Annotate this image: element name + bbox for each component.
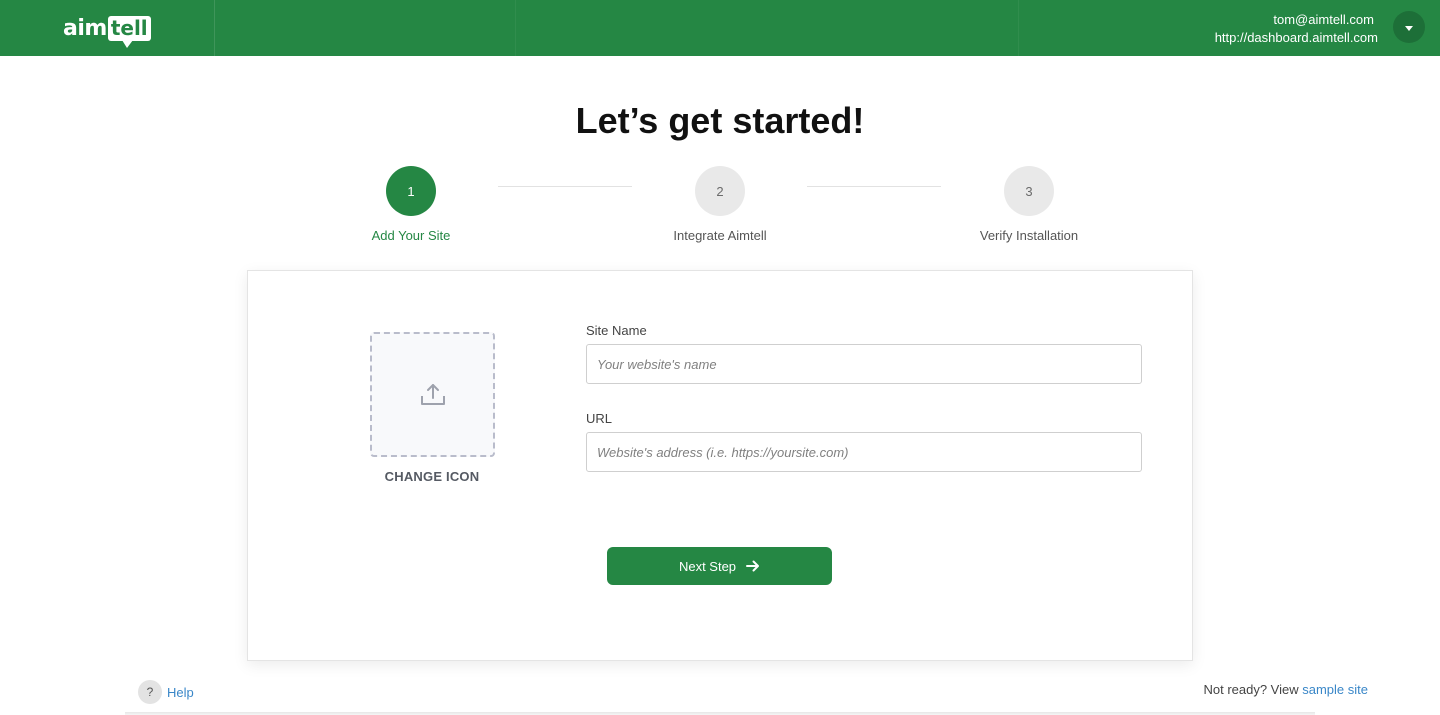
arrow-right-icon (746, 560, 760, 572)
upload-icon (420, 383, 445, 405)
sample-site-link[interactable]: sample site (1302, 682, 1368, 697)
caret-down-icon (1405, 25, 1413, 31)
help-label: Help (167, 684, 194, 700)
logo-text-main: aim (63, 15, 107, 41)
help-icon: ? (138, 680, 162, 704)
site-icon-upload[interactable] (370, 332, 495, 457)
logo-cell: aim tell (0, 0, 215, 56)
page-title: Let’s get started! (575, 100, 865, 141)
account-url: http://dashboard.aimtell.com (1214, 30, 1378, 45)
step-number: 3 (1004, 166, 1054, 216)
change-icon-button[interactable]: CHANGE ICON (357, 469, 507, 484)
aimtell-logo[interactable]: aim tell (63, 10, 151, 48)
step-integrate-aimtell: 2 Integrate Aimtell (640, 166, 800, 243)
site-name-input[interactable] (586, 344, 1142, 384)
step-connector (498, 186, 632, 187)
next-step-button[interactable]: Next Step (607, 547, 832, 585)
step-label: Add Your Site (371, 228, 451, 243)
help-link[interactable]: ? Help (138, 680, 194, 704)
step-label: Integrate Aimtell (673, 228, 767, 243)
site-name-label: Site Name (586, 323, 647, 338)
account-email: tom@aimtell.com (1273, 12, 1374, 27)
account-menu-button[interactable] (1393, 11, 1425, 43)
divider (515, 0, 516, 56)
divider (1018, 0, 1019, 56)
add-site-card: CHANGE ICON Site Name URL Next Step (247, 270, 1193, 661)
not-ready-note: Not ready? View sample site (1203, 682, 1368, 697)
step-add-your-site: 1 Add Your Site (331, 166, 491, 243)
url-input[interactable] (586, 432, 1142, 472)
logo-text-bubble: tell (107, 15, 151, 48)
not-ready-text: Not ready? View (1203, 682, 1303, 697)
step-number: 1 (386, 166, 436, 216)
account-info: tom@aimtell.com http://dashboard.aimtell… (1215, 11, 1378, 47)
step-verify-installation: 3 Verify Installation (949, 166, 1109, 243)
step-number: 2 (695, 166, 745, 216)
top-navbar: aim tell tom@aimtell.com http://dashboar… (0, 0, 1440, 56)
step-connector (807, 186, 941, 187)
next-step-label: Next Step (678, 558, 737, 574)
url-label: URL (586, 411, 613, 426)
step-label: Verify Installation (979, 228, 1079, 243)
